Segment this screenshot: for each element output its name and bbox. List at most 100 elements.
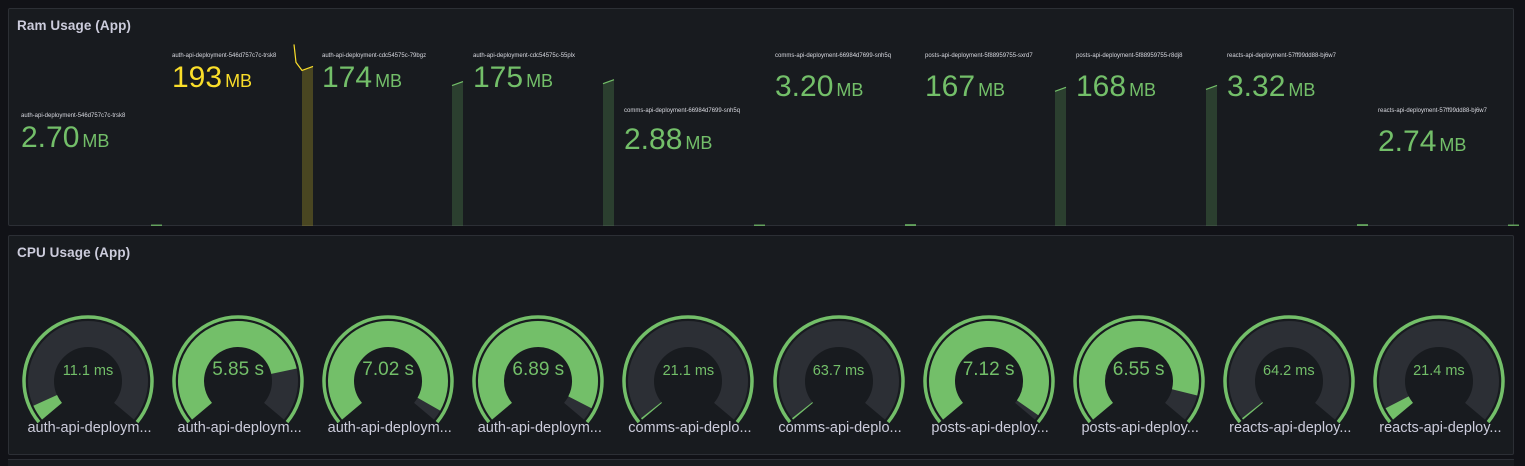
cpu-usage-panel: CPU Usage (App) 11.1 ms auth-api-deploym.…	[8, 235, 1514, 455]
ram-stat-number: 2.70	[21, 121, 80, 154]
ram-stat-number: 2.74	[1378, 125, 1437, 158]
ram-stat-label: posts-api-deployment-5f88959755-r8dj8	[1076, 53, 1183, 59]
gauge-series-name: auth-api-deploym...	[477, 420, 602, 436]
gauge-value: 21.4 ms	[1413, 363, 1465, 379]
gauge-value-arc	[33, 394, 63, 420]
gauge-series-name: auth-api-deploym...	[177, 420, 302, 436]
cpu-gauge: 21.1 ms comms-api-deplo...	[618, 296, 768, 446]
ram-stat-label: auth-api-deployment-cdc54575c-55plx	[473, 53, 576, 59]
ram-stat: reacts-api-deployment-57ff99dd88-bj6w7 2.…	[1374, 9, 1524, 226]
gauge-value-arc	[1241, 402, 1263, 420]
ram-sparkline-area	[1357, 224, 1368, 226]
ram-stat-value: 193 MB	[172, 62, 252, 97]
ram-stat-value: 2.70 MB	[21, 122, 109, 157]
ram-sparkline-area	[151, 224, 162, 226]
ram-sparkline	[293, 44, 314, 226]
cpu-gauge: 7.02 s auth-api-deploym...	[318, 296, 468, 446]
gauge-value-arc	[641, 402, 663, 420]
gauge-value: 7.02 s	[362, 359, 415, 380]
ram-stat-label: comms-api-deployment-66984d7699-snh5q	[624, 108, 741, 114]
ram-stat: reacts-api-deployment-57ff99dd88-bj6w7 3.…	[1223, 9, 1373, 226]
ram-stat-value: 2.74 MB	[1378, 126, 1466, 161]
cpu-gauge: 6.89 s auth-api-deploym...	[468, 296, 618, 446]
ram-stat-number: 2.88	[624, 123, 683, 156]
gauge-value: 21.1 ms	[662, 363, 715, 379]
ram-stat-unit: MB	[1288, 80, 1316, 100]
gauge-series-name: comms-api-deplo...	[778, 420, 902, 436]
ram-stat-number: 168	[1076, 70, 1127, 103]
ram-stat-number: 3.20	[775, 70, 834, 103]
gauge-value: 63.7 ms	[812, 363, 865, 379]
cpu-gauge: 21.4 ms reacts-api-deploy...	[1369, 296, 1519, 446]
gauge-series-name: auth-api-deploym...	[327, 420, 452, 436]
cpu-gauge: 7.12 s posts-api-deploy...	[919, 296, 1069, 446]
ram-stat-number: 3.32	[1227, 70, 1286, 103]
ram-stat-unit: MB	[978, 80, 1006, 100]
ram-stat-number: 193	[172, 61, 223, 94]
ram-stat-value: 2.88 MB	[624, 124, 712, 159]
gauge-series-name: auth-api-deploym...	[27, 420, 152, 436]
ram-stat-label: auth-api-deployment-cdc54575c-79bgz	[322, 53, 427, 59]
ram-stat: comms-api-deployment-66984d7699-snh5q 3.2…	[771, 9, 921, 226]
ram-stat: auth-api-deployment-cdc54575c-55plx 175 MB	[469, 9, 619, 226]
ram-stat-value: 3.20 MB	[775, 71, 863, 106]
ram-stat-number: 175	[473, 61, 524, 94]
gauge-value: 6.89 s	[512, 359, 565, 380]
gauge-value-arc	[1385, 396, 1414, 420]
ram-stat: posts-api-deployment-5f88959755-r8dj8 168…	[1072, 9, 1222, 226]
ram-stat: comms-api-deployment-66984d7699-snh5q 2.8…	[620, 9, 770, 226]
gauge-dial	[22, 315, 154, 424]
ram-stat: posts-api-deployment-5f88959755-sxrd7 167…	[921, 9, 1071, 226]
ram-stat-label: auth-api-deployment-546d757c7c-trsk8	[172, 53, 277, 59]
gauge-series-name: comms-api-deplo...	[628, 420, 752, 436]
ram-stat-unit: MB	[1129, 80, 1157, 100]
ram-stat-unit: MB	[82, 131, 110, 151]
ram-stat-label: comms-api-deployment-66984d7699-snh5q	[775, 53, 892, 59]
cpu-gauge: 64.2 ms reacts-api-deploy...	[1219, 296, 1369, 446]
ram-stat: auth-api-deployment-546d757c7c-trsk8 2.70…	[17, 9, 167, 226]
ram-sparkline	[905, 224, 916, 226]
ram-stat-value: 168 MB	[1076, 71, 1156, 106]
gauge-dial	[622, 315, 755, 424]
ram-sparkline	[1054, 86, 1067, 226]
ram-stat-unit: MB	[375, 71, 403, 91]
ram-stat: auth-api-deployment-cdc54575c-79bgz 174 MB	[318, 9, 468, 226]
gauge-series-name: posts-api-deploy...	[931, 420, 1049, 436]
cpu-gauge: 63.7 ms comms-api-deplo...	[769, 296, 919, 446]
ram-sparkline-area	[302, 66, 313, 226]
gauge-series-name: reacts-api-deploy...	[1229, 420, 1352, 436]
ram-sparkline-area	[754, 224, 765, 226]
ram-stat: auth-api-deployment-546d757c7c-trsk8 193 M…	[168, 9, 318, 226]
ram-sparkline	[1205, 84, 1218, 226]
ram-stat-label: reacts-api-deployment-57ff99dd88-bj6w7	[1378, 108, 1487, 114]
ram-stat-value: 175 MB	[473, 62, 553, 97]
ram-sparkline	[602, 79, 615, 226]
ram-sparkline	[451, 81, 464, 226]
ram-sparkline	[1357, 224, 1368, 226]
gauge-value: 64.2 ms	[1263, 363, 1315, 379]
ram-usage-panel: Ram Usage (App) auth-api-deployment-546d…	[8, 8, 1519, 226]
gauge-value: 7.12 s	[962, 359, 1015, 380]
ram-stat-number: 174	[322, 61, 373, 94]
ram-stat-value: 174 MB	[322, 62, 402, 97]
gauge-series-name: reacts-api-deploy...	[1379, 420, 1502, 436]
gauge-value: 5.85 s	[212, 359, 264, 380]
ram-stat-unit: MB	[225, 71, 253, 91]
gauge-series-name: posts-api-deploy...	[1081, 420, 1199, 436]
panel-title[interactable]: CPU Usage (App)	[17, 245, 130, 260]
gauge-value-arc	[791, 402, 813, 420]
gauge-dial	[772, 315, 905, 424]
ram-sparkline-area	[1508, 224, 1519, 226]
gauge-value: 11.1 ms	[62, 363, 114, 379]
ram-sparkline-area	[1055, 87, 1066, 226]
gauge-dial	[1223, 315, 1355, 424]
ram-stat-label: reacts-api-deployment-57ff99dd88-bj6w7	[1227, 53, 1336, 59]
ram-stat-label: posts-api-deployment-5f88959755-sxrd7	[925, 53, 1033, 59]
ram-stat-number: 167	[925, 70, 976, 103]
ram-sparkline-area	[905, 224, 916, 226]
gauge-dial	[1373, 315, 1505, 424]
cpu-gauge: 11.1 ms auth-api-deploym...	[18, 296, 168, 446]
ram-stat-value: 167 MB	[925, 71, 1005, 106]
ram-sparkline-area	[603, 79, 614, 226]
ram-stat-unit: MB	[526, 71, 554, 91]
